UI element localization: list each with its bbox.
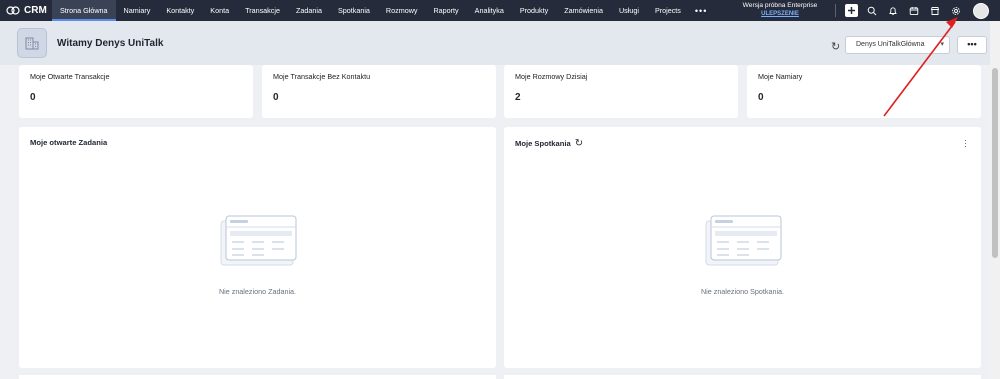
nav-item-analytics[interactable]: Analityka	[467, 0, 512, 21]
header-more-button[interactable]: •••	[957, 36, 987, 54]
kpi-card-calls-today[interactable]: Moje Rozmowy Dzisiaj 2	[504, 65, 738, 118]
kpi-label: Moje Rozmowy Dzisiaj	[515, 72, 588, 81]
nav-item-tasks[interactable]: Zadania	[288, 0, 330, 21]
kpi-card-open-deals[interactable]: Moje Otwarte Transakcje 0	[19, 65, 253, 118]
nav-more-button[interactable]: •••	[689, 6, 713, 16]
trial-text: Wersja próbna Enterprise	[742, 2, 818, 9]
trial-banner: Wersja próbna Enterprise ULEPSZENIE	[732, 2, 828, 18]
panel-title-text: Moje otwarte Zadania	[30, 138, 108, 147]
nav-item-products[interactable]: Produkty	[512, 0, 556, 21]
next-panel-edge	[19, 375, 496, 379]
plus-icon[interactable]	[845, 4, 858, 17]
kpi-value: 0	[30, 92, 36, 103]
empty-state: Nie znaleziono Spotkania.	[504, 215, 981, 296]
panel-menu-icon[interactable]: · · ·	[964, 136, 967, 151]
refresh-icon[interactable]: ↻	[831, 40, 840, 53]
nav-item-contacts[interactable]: Kontakty	[158, 0, 202, 21]
scrollbar-thumb[interactable]	[992, 68, 998, 258]
nav-divider	[835, 4, 836, 17]
panel-title: Moje Spotkania ↻	[515, 138, 583, 149]
empty-table-illustration	[220, 215, 296, 266]
empty-table-illustration	[705, 215, 781, 266]
nav-item-calls[interactable]: Rozmowy	[378, 0, 426, 21]
building-icon	[17, 28, 47, 58]
app-name: CRM	[24, 5, 47, 16]
kpi-label: Moje Otwarte Transakcje	[30, 72, 110, 81]
kpi-card-untouched-deals[interactable]: Moje Transakcje Bez Kontaktu 0	[262, 65, 496, 118]
bell-icon[interactable]	[885, 3, 900, 18]
nav-item-home[interactable]: Strona Główna	[52, 0, 116, 21]
next-panel-edge	[504, 375, 981, 379]
welcome-title: Witamy Denys UniTalk	[57, 38, 164, 49]
top-navigation: CRM Strona Główna Namiary Kontakty Konta…	[0, 0, 1000, 21]
refresh-icon[interactable]: ↻	[575, 138, 583, 149]
dashboard-select[interactable]: Denys UniTalkGłówna ▾	[845, 36, 950, 54]
panel-meetings: Moje Spotkania ↻ · · · Nie znaleziono Spot…	[504, 127, 981, 368]
marketplace-icon[interactable]	[927, 3, 942, 18]
nav-item-leads[interactable]: Namiary	[116, 0, 159, 21]
empty-state: Nie znaleziono Zadania.	[19, 215, 496, 296]
kpi-value: 0	[758, 92, 764, 103]
kpi-value: 0	[273, 92, 279, 103]
search-icon[interactable]	[864, 3, 879, 18]
nav-item-reports[interactable]: Raporty	[425, 0, 466, 21]
dashboard-select-value: Denys UniTalkGłówna	[856, 41, 925, 48]
panel-title: Moje otwarte Zadania	[30, 138, 107, 147]
nav-item-deals[interactable]: Transakcje	[237, 0, 288, 21]
avatar[interactable]	[973, 2, 989, 19]
chevron-down-icon: ▾	[940, 41, 944, 48]
nav-icon-bar	[845, 0, 989, 21]
panel-open-tasks: Moje otwarte Zadania Nie znaleziono Zada…	[19, 127, 496, 368]
empty-message: Nie znaleziono Zadania.	[218, 287, 297, 296]
crm-logo-icon	[6, 6, 20, 15]
empty-message: Nie znaleziono Spotkania.	[700, 287, 785, 296]
upgrade-link[interactable]: ULEPSZENIE	[732, 10, 828, 18]
calendar-icon[interactable]	[906, 3, 921, 18]
nav-item-orders[interactable]: Zamówienia	[556, 0, 611, 21]
kpi-card-leads[interactable]: Moje Namiary 0	[747, 65, 981, 118]
nav-item-projects[interactable]: Projects	[647, 0, 689, 21]
crm-logo[interactable]: CRM	[0, 5, 52, 16]
kpi-label: Moje Transakcje Bez Kontaktu	[273, 72, 371, 81]
gear-icon[interactable]	[948, 3, 963, 18]
nav-item-accounts[interactable]: Konta	[202, 0, 237, 21]
nav-item-services[interactable]: Usługi	[611, 0, 647, 21]
kpi-label: Moje Namiary	[758, 72, 803, 81]
nav-item-meetings[interactable]: Spotkania	[330, 0, 378, 21]
panel-title-text: Moje Spotkania	[515, 139, 571, 148]
kpi-value: 2	[515, 92, 521, 103]
